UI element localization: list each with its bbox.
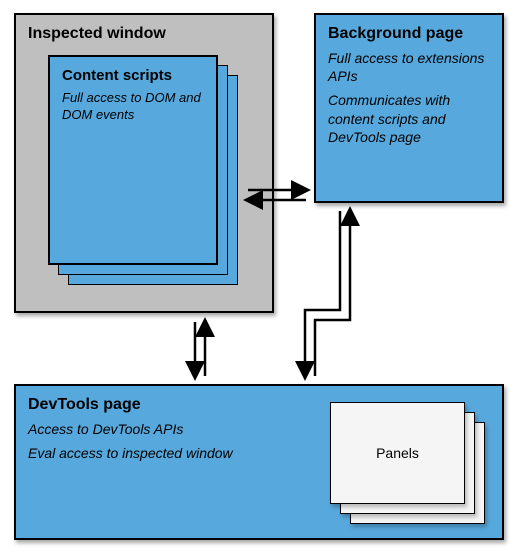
content-scripts-title: Content scripts [62,67,204,84]
devtools-page-body-1: Access to DevTools APIs [28,420,278,438]
devtools-page-body-2: Eval access to inspected window [28,444,278,462]
arrow-background-devtools [305,211,350,376]
background-page-body-2: Communicates with content scripts and De… [328,91,490,146]
background-page-body-1: Full access to extensions APIs [328,49,490,85]
arrow-inspected-devtools [195,322,205,376]
diagram-canvas: Inspected window Content scripts Full ac… [0,0,522,556]
content-scripts-box: Content scripts Full access to DOM and D… [48,55,218,265]
background-page-title: Background page [328,25,490,43]
background-page-box: Background page Full access to extension… [314,13,504,203]
panels-box: Panels [330,402,465,504]
panels-label: Panels [376,445,419,461]
devtools-page-body: Access to DevTools APIs Eval access to i… [28,420,278,462]
content-scripts-body: Full access to DOM and DOM events [62,90,204,124]
inspected-window-title: Inspected window [28,25,260,43]
background-page-body: Full access to extensions APIs Communica… [328,49,490,146]
